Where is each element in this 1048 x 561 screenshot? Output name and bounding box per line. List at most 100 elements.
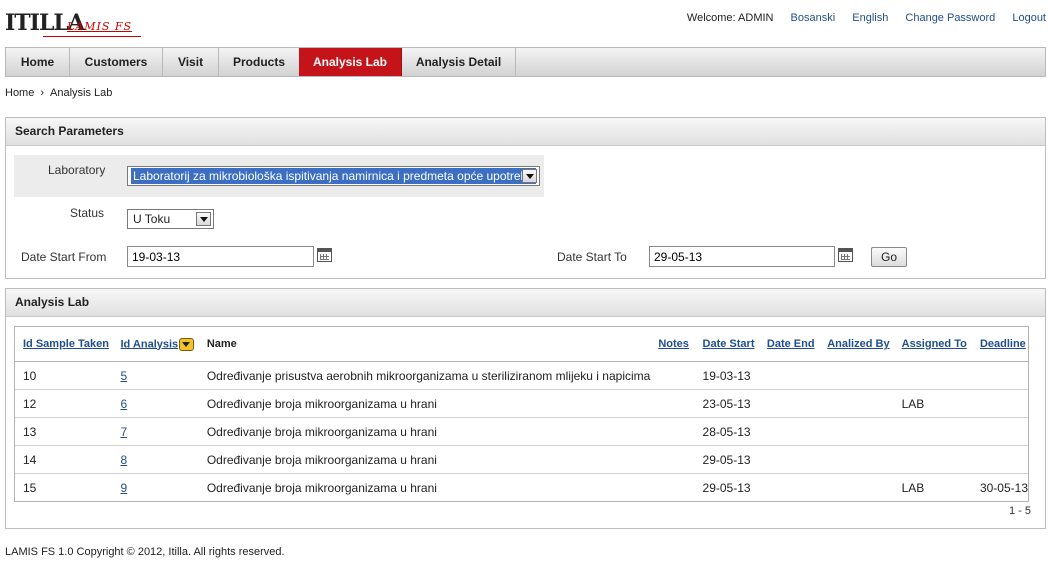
column-header-id-sample-taken[interactable]: Id Sample Taken [15,327,113,362]
analysis-lab-panel: Analysis Lab Id Sample Taken Id Analysis… [5,288,1046,529]
breadcrumb: Home › Analysis Lab [5,87,112,99]
breadcrumb-current: Analysis Lab [50,87,113,99]
cell-assigned-to [893,361,972,390]
breadcrumb-home[interactable]: Home [5,87,34,99]
column-header-date-start[interactable]: Date Start [694,327,759,362]
cell-date-end [758,389,820,418]
tab-analysis-detail[interactable]: Analysis Detail [402,48,516,76]
cell-id-analysis: 9 [112,474,198,502]
table-row: 13 7 Određivanje broja mikroorganizama u… [15,417,1028,446]
search-panel-title: Search Parameters [6,118,1045,146]
analysis-link[interactable]: 9 [120,481,127,495]
cell-name: Određivanje broja mikroorganizama u hran… [206,480,437,495]
cell-notes [650,445,695,474]
cell-date-start: 29-05-13 [694,445,759,474]
results-panel-title: Analysis Lab [6,289,1045,317]
column-header-id-analysis[interactable]: Id Analysis [112,327,199,362]
cell-name: Određivanje broja mikroorganizama u hran… [198,445,651,474]
cell-deadline [971,389,1028,418]
cell-analized-by [819,445,894,474]
language-english-link[interactable]: English [852,12,888,24]
analysis-link[interactable]: 6 [120,397,127,411]
tab-home[interactable]: Home [6,48,70,76]
cell-analized-by [819,474,893,502]
cell-date-end [758,361,820,390]
main-tab-bar: Home Customers Visit Products Analysis L… [5,47,1046,77]
date-start-to-input[interactable] [649,246,835,267]
cell-assigned-to: LAB [901,480,925,495]
cell-analized-by [819,417,894,446]
table-row: 12 6 Određivanje broja mikroorganizama u… [15,389,1028,418]
laboratory-label: Laboratory [48,163,106,177]
results-table: Id Sample Taken Id Analysis Name Notes D… [14,326,1029,502]
cell-deadline [971,361,1028,390]
logo-subtitle: LAMIS FS [67,20,133,33]
calendar-icon[interactable] [317,248,332,262]
cell-id-sample: 10 [15,361,113,390]
cell-date-start: 28-05-13 [694,417,759,446]
change-password-link[interactable]: Change Password [905,12,995,24]
logout-link[interactable]: Logout [1012,12,1046,24]
chevron-down-icon[interactable] [522,169,537,183]
cell-deadline [971,417,1028,446]
cell-date-end [758,417,820,446]
column-header-analized-by[interactable]: Analized By [819,327,894,362]
cell-notes [650,389,695,418]
table-row: 10 5 Određivanje prisustva aerobnih mikr… [15,361,1028,390]
cell-notes [650,417,695,446]
status-select[interactable]: U Toku [127,209,214,229]
language-bosanski-link[interactable]: Bosanski [791,12,836,24]
cell-id-analysis: 7 [112,417,199,446]
analysis-link[interactable]: 5 [120,369,127,383]
cell-id-analysis: 8 [112,445,199,474]
table-row: 14 8 Određivanje broja mikroorganizama u… [15,445,1028,474]
column-header-date-end[interactable]: Date End [758,327,820,362]
column-header-deadline[interactable]: Deadline [971,327,1028,362]
cell-analized-by [819,361,894,390]
calendar-icon[interactable] [838,248,853,262]
top-navigation: Welcome: ADMIN Bosanski English Change P… [673,12,1046,24]
date-start-from-input[interactable] [127,246,314,267]
column-header-id-analysis-label: Id Analysis [120,337,179,350]
tab-analysis-lab[interactable]: Analysis Lab [299,48,402,76]
table-header-row: Id Sample Taken Id Analysis Name Notes D… [15,327,1028,362]
cell-assigned-to [893,445,972,474]
analysis-link[interactable]: 7 [120,425,127,439]
tab-visit[interactable]: Visit [163,48,219,76]
laboratory-select-value: Laboratorij za mikrobiološka ispitivanja… [131,168,536,184]
cell-id-analysis: 6 [112,389,199,418]
pagination-info: 1 - 5 [1008,505,1031,517]
cell-deadline: 30-05-13 [979,480,1028,495]
sort-descending-icon[interactable] [179,337,195,351]
column-header-notes[interactable]: Notes [650,327,695,362]
column-header-assigned-to[interactable]: Assigned To [893,327,972,362]
go-button[interactable]: Go [871,247,907,267]
status-label: Status [70,206,105,220]
status-select-value: U Toku [133,212,171,226]
cell-id-analysis: 5 [112,361,199,390]
cell-notes [650,474,694,502]
date-start-from-label: Date Start From [21,250,107,264]
cell-assigned-to [893,417,972,446]
logo-underline [43,36,141,37]
cell-date-start: 29-05-13 [702,480,751,495]
analysis-link[interactable]: 8 [120,453,127,467]
cell-assigned-to: LAB [893,389,972,418]
tab-products[interactable]: Products [219,48,300,76]
cell-name: Određivanje broja mikroorganizama u hran… [198,389,651,418]
search-parameters-panel: Search Parameters Laboratory Laboratorij… [5,117,1046,279]
cell-name: Određivanje prisustva aerobnih mikroorga… [198,361,651,390]
cell-id-sample: 12 [15,389,113,418]
footer-copyright: LAMIS FS 1.0 Copyright © 2012, Itilla. A… [5,546,285,558]
logo: ITILLA LAMIS FS [5,8,145,40]
tab-customers[interactable]: Customers [70,48,163,76]
cell-date-end [758,445,820,474]
cell-deadline [971,445,1028,474]
cell-date-start: 19-03-13 [694,361,759,390]
cell-id-sample: 14 [15,445,113,474]
laboratory-select[interactable]: Laboratorij za mikrobiološka ispitivanja… [127,166,540,186]
cell-name: Određivanje broja mikroorganizama u hran… [198,417,651,446]
column-header-name: Name [198,327,651,362]
chevron-down-icon[interactable] [196,212,211,226]
cell-analized-by [819,389,894,418]
